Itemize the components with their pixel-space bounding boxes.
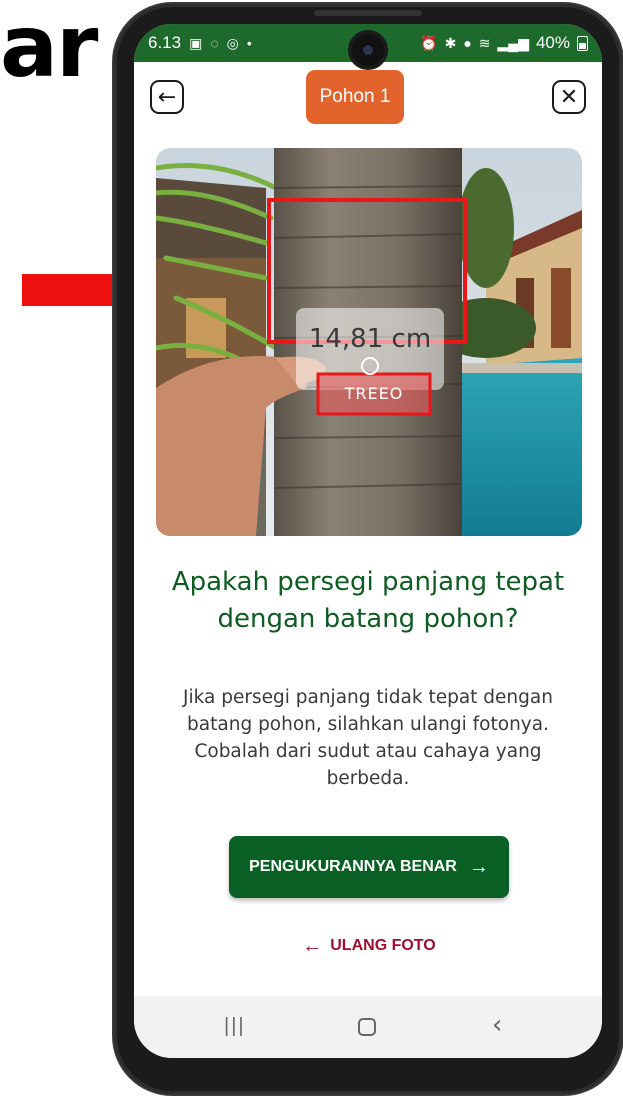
tree-label-chip: Pohon 1 [306, 70, 404, 124]
measurement-question: Apakah persegi panjang tepat dengan bata… [171, 567, 565, 634]
wifi-icon: ≋ [478, 35, 491, 51]
back-button[interactable]: ← [150, 80, 184, 114]
confirm-measurement-button[interactable]: PENGUKURANNYA BENAR → [229, 836, 509, 898]
gallery-icon: ▣ [189, 35, 203, 51]
whatsapp-icon: ◌ [210, 35, 219, 51]
recent-apps-icon[interactable]: ||| [224, 1016, 246, 1036]
app-screen: 6.13 ▣ ◌ ◎ • ⏰ ✱ ● ≋ ▂▄▆ 40% ← Pohon 1 ✕… [134, 24, 602, 1058]
arrow-left-icon: ← [302, 934, 323, 957]
arrow-right-icon: → [468, 855, 489, 878]
phone-frame: 6.13 ▣ ◌ ◎ • ⏰ ✱ ● ≋ ▂▄▆ 40% ← Pohon 1 ✕… [114, 4, 622, 1094]
signal-icon: ▂▄▆ [497, 35, 529, 51]
tree-label: Pohon 1 [319, 86, 391, 107]
dot-icon: • [246, 35, 252, 51]
location-icon: ● [463, 35, 472, 51]
close-button[interactable]: ✕ [552, 80, 586, 114]
measurement-photo: 14,81 cm TREEO [156, 148, 582, 536]
card-brand-label: TREEO [344, 384, 404, 403]
status-time: 6.13 [148, 33, 182, 52]
close-icon: ✕ [559, 84, 579, 110]
measurement-hint: Jika persegi panjang tidak tepat dengan … [183, 687, 553, 789]
background-heading-fragment: ar [0, 0, 98, 97]
home-icon[interactable] [358, 1018, 376, 1036]
retake-label: ULANG FOTO [330, 937, 436, 954]
bluetooth-icon: ✱ [444, 35, 457, 51]
front-camera [348, 30, 388, 70]
measurement-value: 14,81 cm [308, 324, 432, 354]
phone-speaker [314, 10, 422, 16]
system-back-icon[interactable]: ‹ [492, 1012, 502, 1038]
retake-photo-button[interactable]: ← ULANG FOTO [284, 932, 454, 960]
battery-icon [577, 35, 588, 51]
status-bar: 6.13 ▣ ◌ ◎ • ⏰ ✱ ● ≋ ▂▄▆ 40% [134, 24, 602, 70]
confirm-label: PENGUKURANNYA BENAR [249, 858, 457, 875]
instagram-icon: ◎ [226, 35, 239, 51]
alarm-icon: ⏰ [420, 35, 438, 51]
battery-percentage: 40% [535, 33, 570, 52]
system-navigation-bar: ||| ‹ [134, 996, 602, 1058]
back-arrow-icon: ← [157, 84, 177, 110]
